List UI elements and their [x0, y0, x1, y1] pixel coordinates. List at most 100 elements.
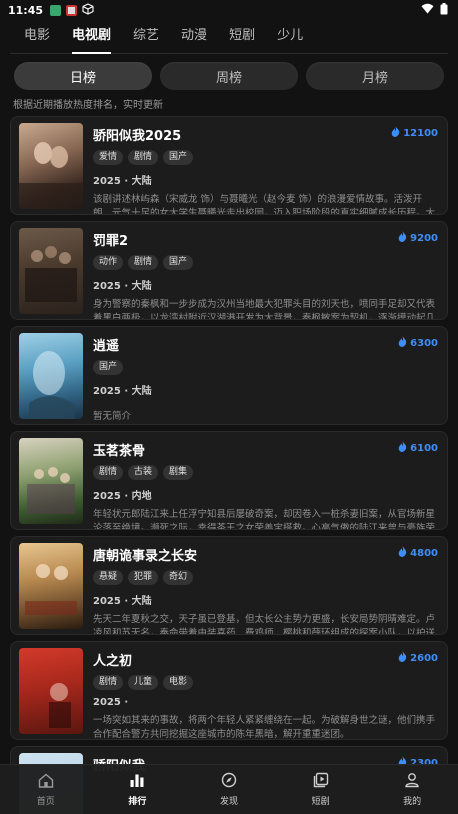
item-title: 玉茗茶骨 — [93, 444, 146, 459]
list-item[interactable]: 罚罪2 动作 剧情 国产 2025 · 大陆 身为警察的秦枫和一步步成为汉州当地… — [10, 221, 448, 320]
genre-tag: 剧情 — [128, 150, 159, 165]
genre-tag: 国产 — [163, 150, 194, 165]
wifi-icon — [421, 3, 434, 17]
list-item[interactable]: 人之初 剧情 儿童 电影 2025 · 一场突如其来的事故，将两个年轻人紧紧缠绕… — [10, 641, 448, 740]
flame-icon — [398, 441, 407, 455]
app-notification-icon — [66, 4, 78, 16]
rank-list: 骄阳似我2025 爱情 剧情 国产 2025 · 大陆 该剧讲述林屿森（宋威龙 … — [0, 110, 458, 814]
rank-period-switch: 日榜 周榜 月榜 — [0, 54, 458, 90]
genre-tag: 剧情 — [93, 465, 124, 480]
genre-tag: 国产 — [93, 360, 124, 375]
genre-tag: 剧情 — [128, 255, 159, 270]
item-description: 该剧讲述林屿森（宋威龙 饰）与聂曦光（赵今麦 饰）的浪漫爱情故事。活泼开朗、元气… — [93, 194, 436, 215]
poster-image — [19, 123, 83, 209]
nav-short-drama-label: 短剧 — [311, 797, 330, 807]
heat-score: 6300 — [398, 336, 438, 350]
rank-hint: 根据近期播放热度排名，实时更新 — [13, 100, 163, 111]
flame-icon — [398, 231, 407, 245]
genre-tag: 古装 — [128, 465, 159, 480]
status-bar: 11:45 — [0, 0, 458, 20]
item-title: 唐朝诡事录之长安 — [93, 549, 198, 564]
genre-tag: 国产 — [163, 255, 194, 270]
flame-icon — [398, 336, 407, 350]
heat-score: 4800 — [398, 546, 438, 560]
nav-profile[interactable]: 我的 — [366, 765, 458, 814]
heat-value: 4800 — [410, 547, 438, 559]
video-library-icon — [313, 772, 329, 791]
bottom-nav: 首页 排行 发现 短剧 我的 — [0, 764, 458, 814]
flame-icon — [398, 651, 407, 665]
item-meta: 2025 · 大陆 — [93, 281, 152, 292]
item-title: 人之初 — [93, 654, 133, 669]
genre-tag: 剧情 — [93, 675, 124, 690]
poster-image — [19, 228, 83, 314]
person-icon — [404, 772, 420, 791]
nav-home-label: 首页 — [36, 796, 55, 807]
item-description: 身为警察的秦枫和一步步成为汉州当地最大犯罪头目的刘天也，喷同手足却又代表着黑白两… — [93, 299, 436, 320]
item-meta: 2025 · — [93, 697, 129, 708]
genre-tag: 儿童 — [128, 675, 159, 690]
tab-anime[interactable]: 动漫 — [181, 24, 207, 53]
app-notification-icon — [50, 4, 62, 16]
heat-value: 12100 — [403, 127, 438, 139]
tab-kids[interactable]: 少儿 — [277, 24, 303, 53]
flame-icon — [398, 546, 407, 560]
genre-tag: 悬疑 — [93, 570, 124, 585]
item-description: 一场突如其来的事故，将两个年轻人紧紧缠绕在一起。为破解身世之谜，他们携手合作配合… — [93, 715, 436, 740]
nav-short-drama[interactable]: 短剧 — [275, 765, 367, 814]
daily-rank-button[interactable]: 日榜 — [14, 62, 152, 90]
item-meta: 2025 · 大陆 — [93, 176, 152, 187]
item-meta: 2025 · 大陆 — [93, 596, 152, 607]
nav-ranking[interactable]: 排行 — [92, 765, 184, 814]
status-time: 11:45 — [8, 3, 44, 17]
heat-score: 6100 — [398, 441, 438, 455]
item-description: 年轻状元郎陆江来上任浮宁知县后屡破奇案，却因卷入一桩杀妻旧案，从官场新星沦落至绝… — [93, 509, 436, 530]
item-title: 罚罪2 — [93, 234, 129, 249]
genre-tag: 动作 — [93, 255, 124, 270]
item-meta: 2025 · 大陆 — [93, 386, 152, 397]
item-title: 骄阳似我2025 — [93, 129, 182, 144]
cube-icon — [82, 2, 94, 18]
nav-ranking-label: 排行 — [128, 796, 147, 807]
list-item[interactable]: 逍遥 国产 2025 · 大陆 暂无简介 6300 — [10, 326, 448, 425]
nav-discover-label: 发现 — [219, 797, 238, 807]
genre-tag: 犯罪 — [128, 570, 159, 585]
tab-tv-series[interactable]: 电视剧 — [72, 24, 112, 54]
heat-score: 9200 — [398, 231, 438, 245]
heat-score: 2600 — [398, 651, 438, 665]
monthly-rank-button[interactable]: 月榜 — [306, 62, 444, 90]
heat-value: 9200 — [410, 232, 438, 244]
poster-image — [19, 438, 83, 524]
item-meta: 2025 · 内地 — [93, 491, 152, 502]
poster-image — [19, 333, 83, 419]
heat-value: 6300 — [410, 337, 438, 349]
tab-short-drama[interactable]: 短剧 — [229, 24, 255, 53]
heat-value: 2600 — [410, 652, 438, 664]
battery-icon — [440, 2, 448, 18]
category-tabs: 电影 电视剧 综艺 动漫 短剧 少儿 — [10, 20, 448, 54]
compass-icon — [221, 772, 237, 791]
home-icon — [38, 773, 54, 791]
list-item[interactable]: 玉茗茶骨 剧情 古装 剧集 2025 · 内地 年轻状元郎陆江来上任浮宁知县后屡… — [10, 431, 448, 530]
genre-tag: 爱情 — [93, 150, 124, 165]
bar-chart-icon — [129, 773, 145, 791]
item-description: 先天二年夏秋之交，天子虽已登基，但太长公主势力更盛，长安局势阴晴难定。卢凌风和苏… — [93, 614, 436, 635]
genre-tag: 电影 — [163, 675, 194, 690]
tab-variety[interactable]: 综艺 — [133, 24, 159, 53]
nav-profile-label: 我的 — [403, 797, 422, 807]
nav-discover[interactable]: 发现 — [183, 765, 275, 814]
list-item[interactable]: 唐朝诡事录之长安 悬疑 犯罪 奇幻 2025 · 大陆 先天二年夏秋之交，天子虽… — [10, 536, 448, 635]
flame-icon — [391, 126, 400, 140]
poster-image — [19, 543, 83, 629]
poster-image — [19, 648, 83, 734]
heat-score: 12100 — [391, 126, 438, 140]
genre-tag: 奇幻 — [163, 570, 194, 585]
tab-movie[interactable]: 电影 — [24, 24, 50, 53]
genre-tag: 剧集 — [163, 465, 194, 480]
nav-home[interactable]: 首页 — [0, 765, 92, 814]
list-item[interactable]: 骄阳似我2025 爱情 剧情 国产 2025 · 大陆 该剧讲述林屿森（宋威龙 … — [10, 116, 448, 215]
weekly-rank-button[interactable]: 周榜 — [160, 62, 298, 90]
item-description: 暂无简介 — [93, 411, 132, 422]
heat-value: 6100 — [410, 442, 438, 454]
item-title: 逍遥 — [93, 339, 120, 354]
